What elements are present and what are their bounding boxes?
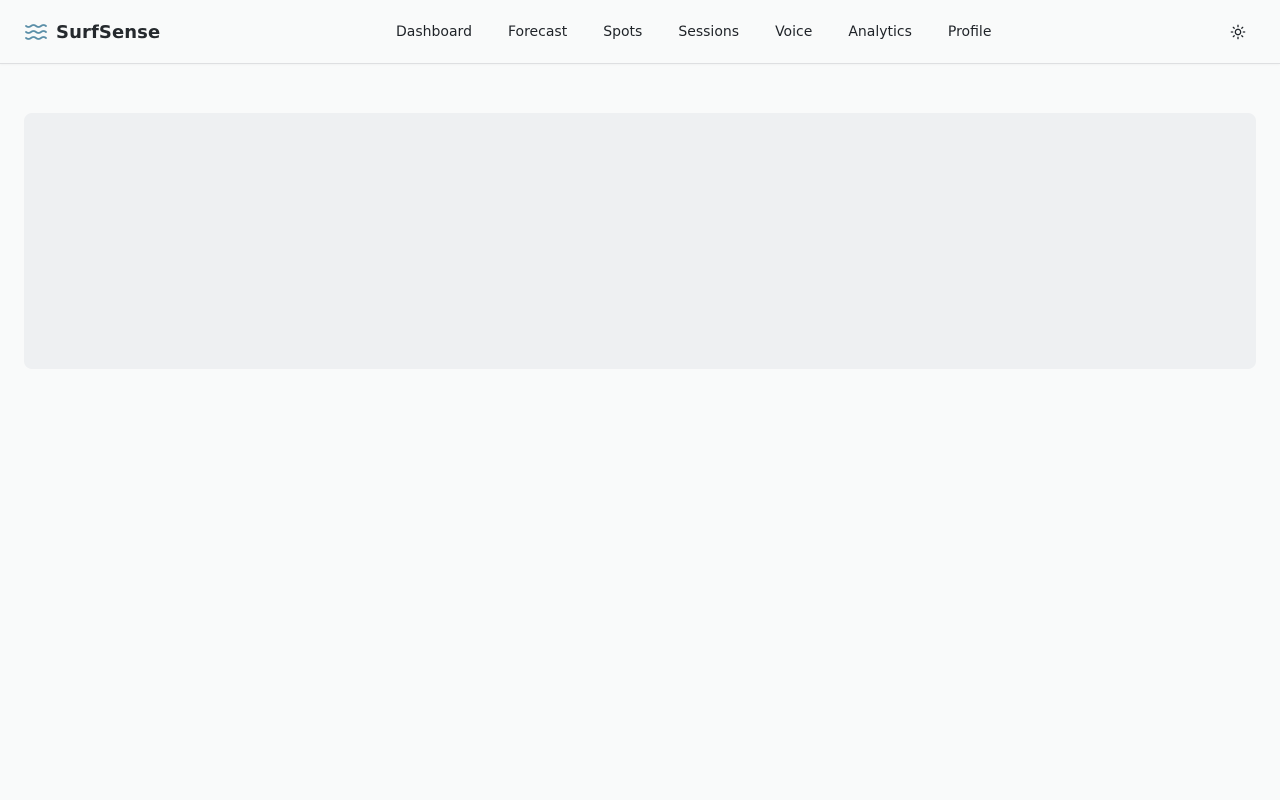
nav-item-spots[interactable]: Spots: [585, 16, 660, 48]
loading-skeleton-panel: [24, 113, 1256, 369]
top-navigation-bar: SurfSense Dashboard Forecast Spots Sessi…: [0, 0, 1280, 64]
main-nav: Dashboard Forecast Spots Sessions Voice …: [378, 0, 1009, 64]
sun-icon: [1230, 24, 1246, 40]
nav-item-forecast[interactable]: Forecast: [490, 16, 585, 48]
nav-item-analytics[interactable]: Analytics: [830, 16, 930, 48]
waves-icon: [25, 24, 47, 40]
nav-item-sessions[interactable]: Sessions: [660, 16, 757, 48]
app-name: SurfSense: [56, 21, 161, 43]
brand-logo-link[interactable]: SurfSense: [24, 0, 160, 64]
nav-item-voice[interactable]: Voice: [757, 16, 830, 48]
theme-toggle-button[interactable]: [1222, 16, 1254, 48]
nav-item-dashboard[interactable]: Dashboard: [378, 16, 490, 48]
nav-item-profile[interactable]: Profile: [930, 16, 1010, 48]
